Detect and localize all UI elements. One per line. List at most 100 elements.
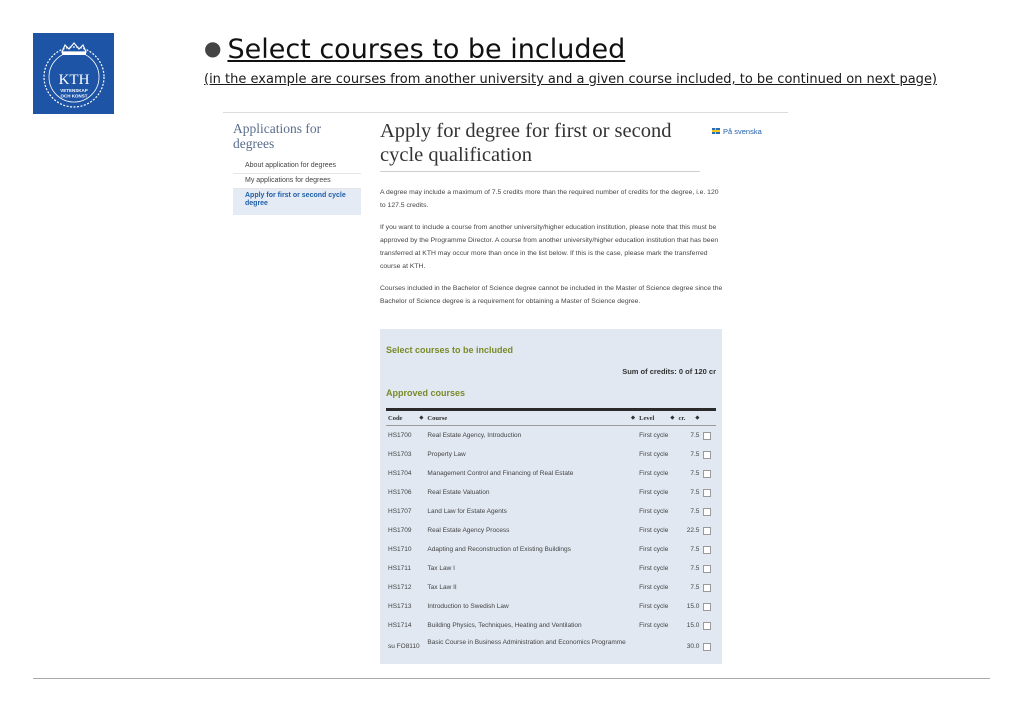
course-code[interactable]: HS1704 [386,464,425,483]
level-header-label: Level [639,414,655,422]
course-select-checkbox[interactable] [703,431,712,440]
select-cell [701,597,716,616]
embedded-screenshot: Applications for degrees About applicati… [223,112,788,664]
info-paragraph-other-university: If you want to include a course from ano… [380,224,719,270]
sidebar: Applications for degrees About applicati… [233,121,361,215]
table-row: HS1713 Introduction to Swedish Law First c… [386,597,716,616]
credits-sum: Sum of credits: 0 of 120 cr [622,367,716,376]
language-link-label: På svenska [723,127,762,136]
course-credits: 7.5 [690,489,700,496]
course-name: Management Control and Financing of Real… [427,470,574,477]
credits-header-label: cr. [678,414,686,422]
course-credits: 7.5 [690,451,700,458]
course-credits: 7.5 [690,470,700,477]
slide-title: ● Select courses to be included [204,34,625,65]
svg-text:OCH KONST: OCH KONST [60,93,87,98]
course-name: Property Law [427,451,466,458]
course-select-checkbox[interactable] [703,642,712,651]
course-select-checkbox[interactable] [703,545,712,554]
table-row: HS1704 Management Control and Financing o… [386,464,716,483]
bullet-icon: ● [204,36,222,60]
select-cell [701,540,716,559]
table-row: HS1711 Tax Law I First cycle 7.5 [386,559,716,578]
select-cell [701,445,716,464]
approved-courses-heading: Approved courses [386,388,466,398]
table-row: HS1712 Tax Law II First cycle 7.5 [386,578,716,597]
course-name: Basic Course in Business Administration … [427,639,626,646]
info-paragraph-bachelor: Courses included in the Bachelor of Scie… [380,285,723,305]
table-row: HS1700 Real Estate Agency, Introduction Fi… [386,426,716,446]
column-header-course[interactable]: Course ◆ [425,409,638,426]
course-credits: 7.5 [690,546,700,553]
course-code[interactable]: HS1703 [386,445,425,464]
course-level: First cycle [639,508,669,515]
select-cell [701,464,716,483]
course-credits: 7.5 [690,584,700,591]
select-cell [701,521,716,540]
course-code[interactable]: HS1714 [386,616,425,635]
course-select-checkbox[interactable] [703,621,712,630]
slide-title-text: Select courses to be included [227,34,626,65]
kth-crest-icon: KTH VETENSKAP OCH KONST [42,41,105,108]
table-row: HS1703 Property Law First cycle 7.5 [386,445,716,464]
course-credits: 7.5 [690,432,700,439]
panel-title: Select courses to be included [386,345,514,355]
course-level: First cycle [639,603,669,610]
course-code[interactable]: HS1706 [386,483,425,502]
column-header-code[interactable]: Code ◆ [386,409,426,426]
sort-icon: ◆ [419,414,424,421]
select-cell [701,483,716,502]
course-level: First cycle [639,432,669,439]
swedish-flag-icon [712,128,720,134]
course-name: Tax Law I [427,565,455,572]
course-select-checkbox[interactable] [703,583,712,592]
table-header-row: Code ◆ Course ◆ Level ◆ cr. ◆ [386,409,716,426]
table-row: HS1714 Building Physics, Techniques, Heat… [386,616,716,635]
course-select-checkbox[interactable] [703,488,712,497]
course-name: Real Estate Agency, Introduction [427,432,522,439]
course-select-checkbox[interactable] [703,526,712,535]
select-cell [701,426,716,446]
svg-text:VETENSKAP: VETENSKAP [60,88,88,93]
table-row: HS1709 Real Estate Agency Process First cy… [386,521,716,540]
course-select-checkbox[interactable] [703,450,712,459]
code-header-label: Code [388,414,403,422]
language-link[interactable]: På svenska [712,127,762,136]
column-header-level[interactable]: Level ◆ [637,409,677,426]
course-select-checkbox[interactable] [703,564,712,573]
courses-table-body: HS1700 Real Estate Agency, Introduction Fi… [386,426,716,659]
course-code[interactable]: HS1700 [386,426,425,446]
select-cell [701,502,716,521]
course-code[interactable]: HS1710 [386,540,425,559]
course-level: First cycle [639,489,669,496]
course-code: su FO8110 [388,643,420,650]
course-level: First cycle [639,565,669,572]
page-title: Apply for degree for first or second cyc… [380,119,700,172]
sidebar-title: Applications for degrees [233,121,322,151]
sidebar-item-apply[interactable]: Apply for first or second cycle degree [233,189,361,215]
course-name: Adapting and Reconstruction of Existing … [427,546,571,553]
sidebar-item-my-applications[interactable]: My applications for degrees [233,174,361,189]
column-header-credits[interactable]: cr. ◆ [676,409,702,426]
select-cell [701,559,716,578]
course-level: First cycle [639,527,669,534]
course-select-checkbox[interactable] [703,507,712,516]
course-code[interactable]: HS1712 [386,578,425,597]
course-name: Land Law for Estate Agents [427,508,507,515]
course-code[interactable]: HS1711 [386,559,425,578]
course-name: Real Estate Agency Process [427,527,510,534]
course-name: Tax Law II [427,584,457,591]
course-select-checkbox[interactable] [703,469,712,478]
course-level [637,635,676,658]
main-content: Apply for degree for first or second cyc… [380,119,788,308]
course-select-checkbox[interactable] [703,602,712,611]
course-name: Introduction to Swedish Law [427,603,509,610]
course-code[interactable]: HS1707 [386,502,425,521]
course-code[interactable]: HS1709 [386,521,425,540]
course-code[interactable]: HS1713 [386,597,425,616]
course-level: First cycle [639,622,669,629]
select-cell [701,578,716,597]
course-credits: 7.5 [690,565,700,572]
sidebar-item-about[interactable]: About application for degrees [233,159,361,174]
course-credits: 15.0 [686,603,700,610]
